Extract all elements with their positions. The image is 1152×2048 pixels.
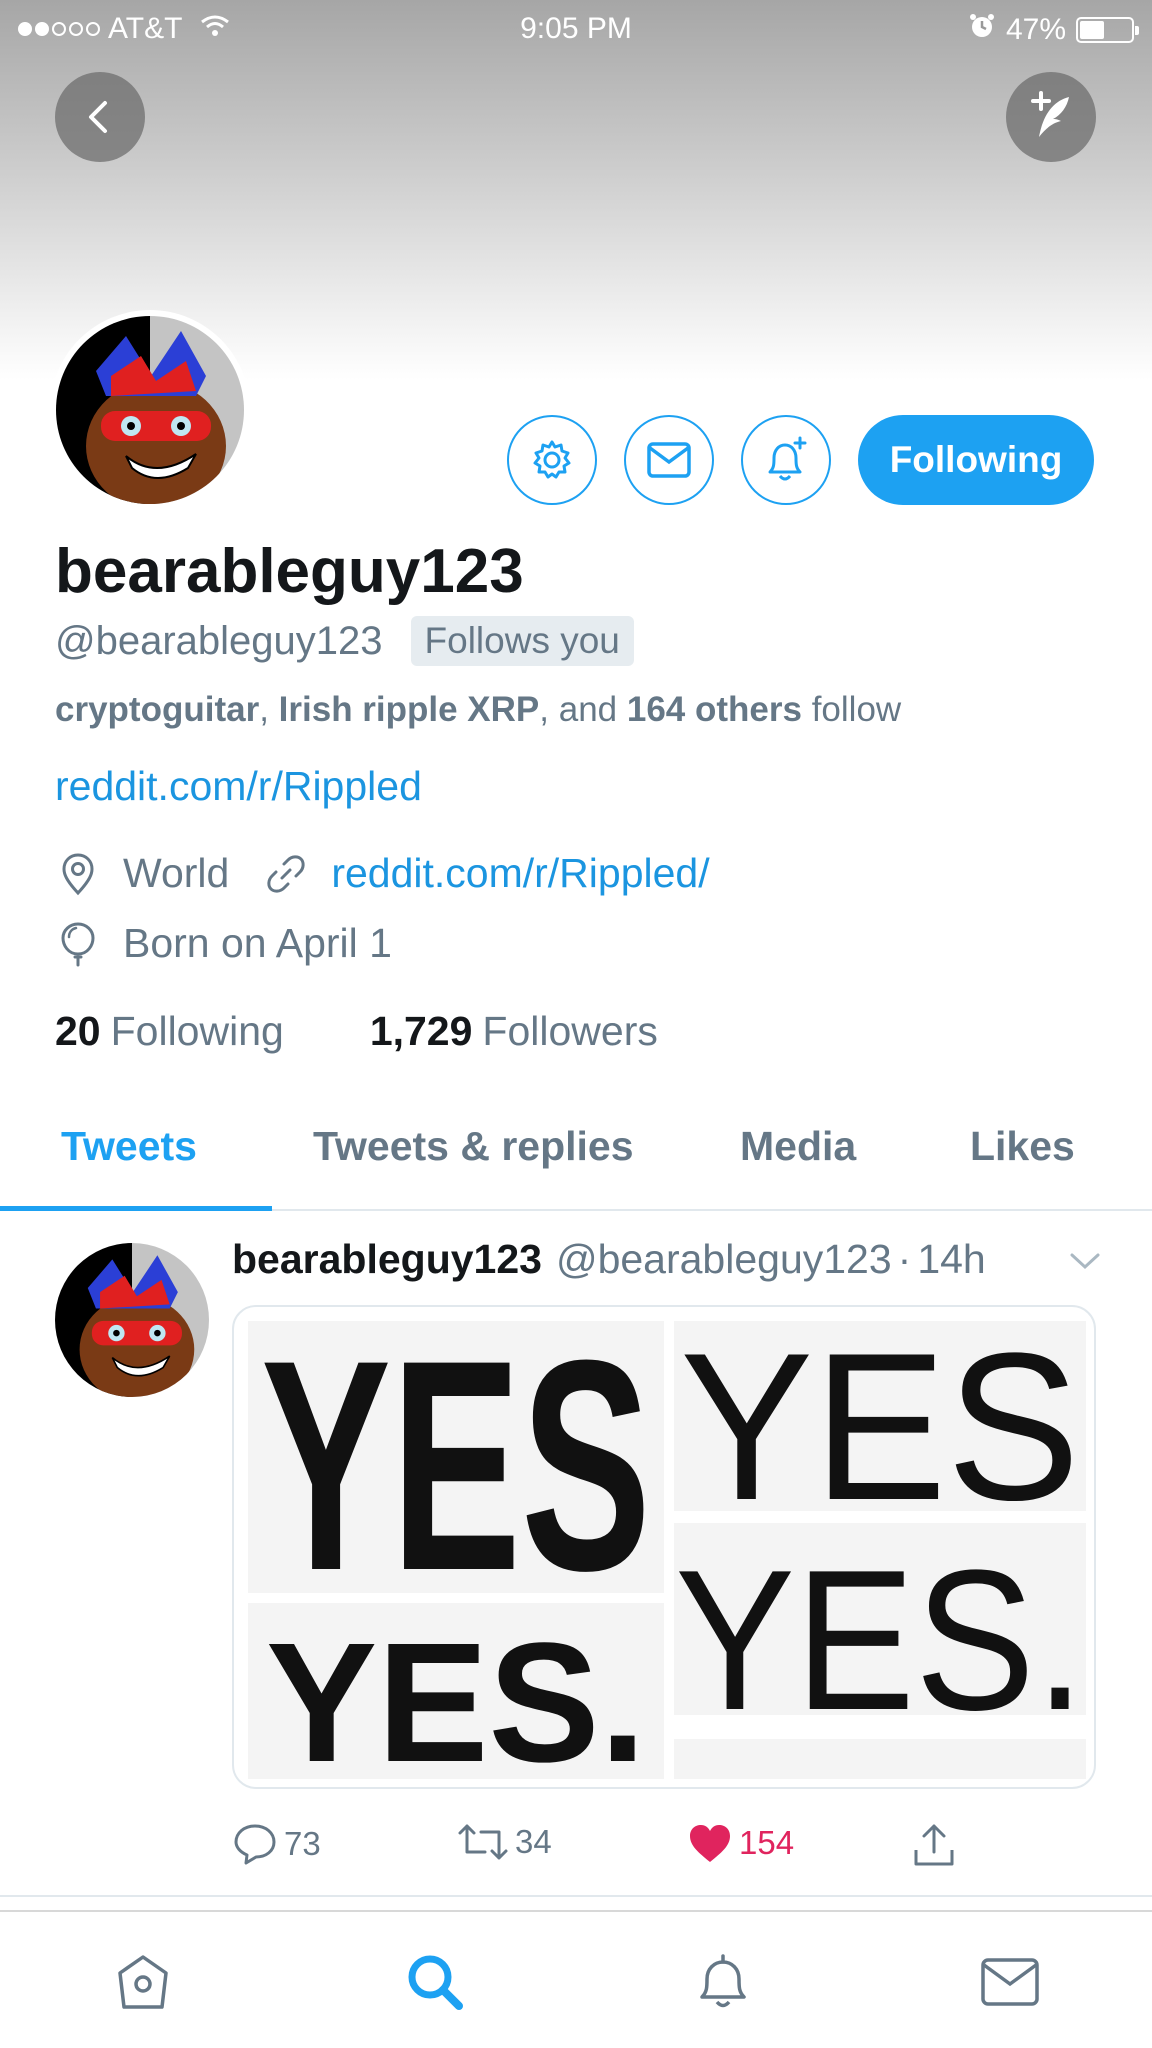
tweet-separator: · <box>897 1236 912 1282</box>
nav-home-button[interactable] <box>108 1947 178 2017</box>
like-button[interactable]: 154 <box>687 1822 794 1864</box>
followers-count-link[interactable]: 1,729 Followers <box>370 1008 658 1055</box>
display-name: bearableguy123 <box>55 537 524 606</box>
tweet-divider <box>0 1895 1152 1897</box>
bell-icon <box>700 1954 746 2008</box>
compose-feather-icon <box>1031 91 1069 137</box>
reply-count: 73 <box>284 1825 321 1862</box>
battery-percent: 47% <box>1005 13 1066 46</box>
alarm-icon <box>968 12 996 48</box>
tweet-media-image[interactable]: YES YES YES. YES. <box>232 1305 1096 1789</box>
followers-label: Followers <box>482 1008 658 1054</box>
home-icon <box>118 1955 168 2009</box>
nav-search-button[interactable] <box>400 1947 470 2017</box>
gear-icon <box>533 440 571 479</box>
balloon-icon <box>55 921 101 967</box>
bell-plus-icon <box>768 436 807 481</box>
tweet-author-name[interactable]: bearableguy123 <box>232 1236 542 1283</box>
reply-button[interactable]: 73 <box>232 1822 321 1866</box>
battery-icon <box>1076 17 1139 43</box>
heart-icon <box>690 1825 730 1862</box>
active-tab-indicator <box>0 1206 272 1211</box>
bio-link[interactable]: reddit.com/r/Rippled <box>55 763 422 810</box>
retweet-icon <box>458 1824 508 1860</box>
and-text: , and <box>539 690 618 729</box>
compose-tweet-button[interactable] <box>1006 72 1096 162</box>
tab-tweets-replies[interactable]: Tweets & replies <box>313 1123 634 1170</box>
profile-settings-button[interactable] <box>507 415 597 505</box>
follower-name-2[interactable]: Irish ripple XRP <box>279 690 540 729</box>
follow-text: follow <box>811 690 902 729</box>
following-label: Following <box>110 1008 284 1054</box>
notifications-toggle-button[interactable] <box>741 415 831 505</box>
envelope-icon <box>647 442 691 478</box>
tweet-author-handle: @bearableguy123 <box>555 1236 892 1282</box>
media-text-4: YES. <box>675 1529 1085 1752</box>
follower-name-1[interactable]: cryptoguitar <box>55 690 259 729</box>
share-icon <box>914 1824 954 1866</box>
bottom-navigation <box>0 1910 1152 2048</box>
website-link[interactable]: reddit.com/r/Rippled/ <box>331 850 709 897</box>
status-right: 47% <box>968 12 1139 48</box>
location-website-row: World reddit.com/r/Rippled/ <box>55 850 710 897</box>
chevron-down-icon <box>1070 1253 1100 1270</box>
back-button[interactable] <box>55 72 145 162</box>
birthday-row: Born on April 1 <box>55 920 392 967</box>
chevron-left-icon <box>89 101 107 133</box>
envelope-icon <box>981 1958 1039 2006</box>
status-bar: AT&T 9:05 PM 47% <box>0 0 1152 58</box>
link-icon <box>263 851 309 897</box>
send-message-button[interactable] <box>624 415 714 505</box>
following-button[interactable]: Following <box>858 415 1094 505</box>
reply-icon <box>234 1824 276 1865</box>
tweet-avatar[interactable] <box>55 1243 209 1397</box>
tweet-header: bearableguy123 @bearableguy123 · 14h <box>232 1236 986 1283</box>
location-text: World <box>123 850 230 896</box>
location-pin-icon <box>55 851 101 897</box>
retweet-count: 34 <box>515 1823 552 1860</box>
tab-tweets[interactable]: Tweets <box>61 1123 197 1170</box>
nav-messages-button[interactable] <box>975 1947 1045 2017</box>
media-text-1: YES <box>261 1307 651 1633</box>
handle-row: @bearableguy123 Follows you <box>55 616 634 666</box>
profile-handle: @bearableguy123 <box>55 618 383 663</box>
retweet-button[interactable]: 34 <box>457 1822 552 1862</box>
follows-you-badge: Follows you <box>410 616 634 666</box>
nav-notifications-button[interactable] <box>688 1947 758 2017</box>
followed-by-text[interactable]: cryptoguitar, Irish ripple XRP, and 164 … <box>55 690 901 730</box>
tab-likes[interactable]: Likes <box>970 1123 1075 1170</box>
share-button[interactable] <box>912 1822 956 1868</box>
search-icon <box>408 1955 463 2010</box>
following-count-link[interactable]: 20 Following <box>55 1008 284 1055</box>
tweet-actions: 73 34 154 <box>232 1822 1096 1872</box>
media-text-2: YES <box>680 1309 1080 1544</box>
others-count[interactable]: 164 others <box>627 690 802 729</box>
followers-count: 1,729 <box>369 1008 473 1054</box>
avatar <box>56 316 244 504</box>
profile-tabs: Tweets Tweets & replies Media Likes <box>0 1105 1152 1211</box>
follow-counts: 20 Following 1,729 Followers <box>55 1008 658 1055</box>
birthday-text: Born on April 1 <box>123 920 392 966</box>
profile-avatar[interactable] <box>50 310 250 510</box>
following-count: 20 <box>55 1008 101 1054</box>
like-count: 154 <box>739 1824 795 1861</box>
tab-media[interactable]: Media <box>740 1123 856 1170</box>
tweet-options-button[interactable] <box>1068 1250 1102 1277</box>
tweet-timestamp: 14h <box>917 1236 986 1282</box>
media-text-3: YES. <box>266 1608 646 1789</box>
